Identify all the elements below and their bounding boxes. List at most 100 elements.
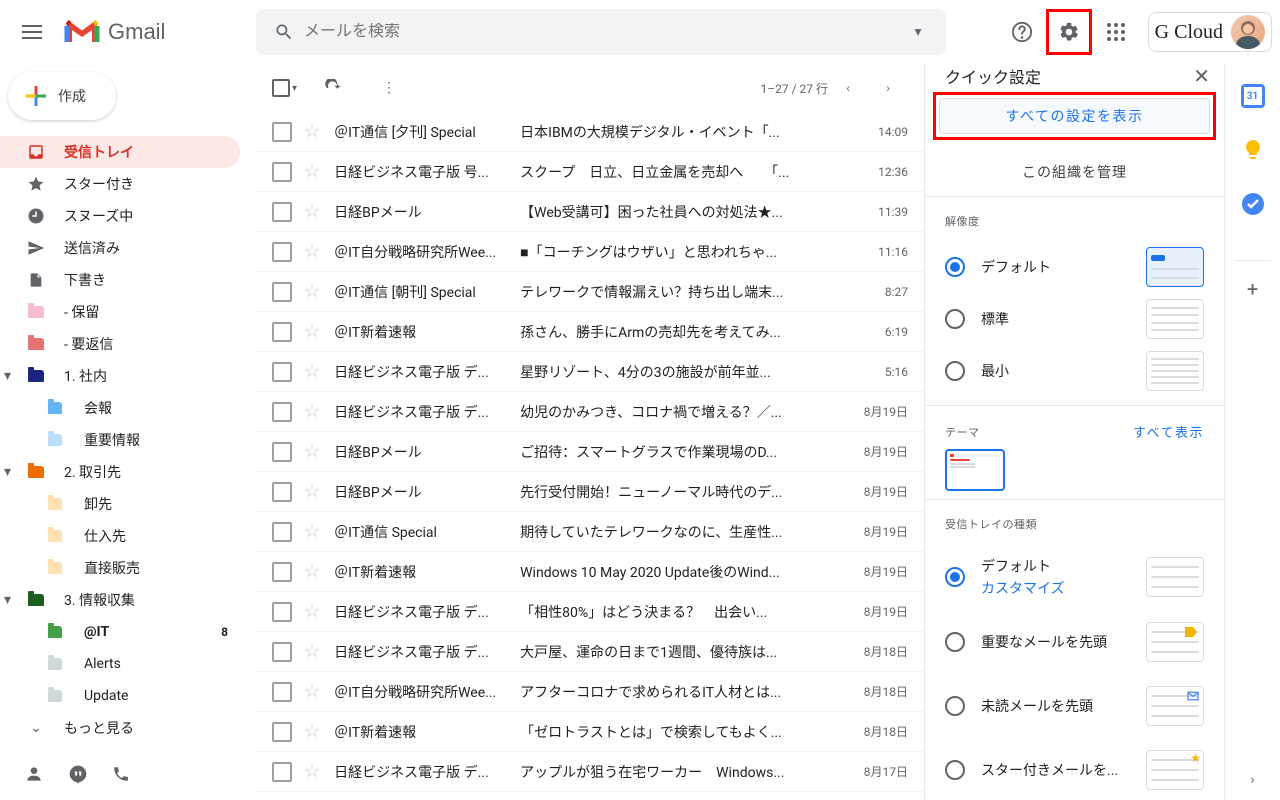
star-icon[interactable]: ☆ <box>304 161 320 182</box>
email-row[interactable]: ☆＠IT新着速報Windows 10 May 2020 Update後のWind… <box>256 552 924 592</box>
star-icon[interactable]: ☆ <box>304 121 320 142</box>
manage-org-link[interactable]: この組織を管理 <box>925 148 1224 197</box>
email-row[interactable]: ☆日経ビジネス電子版 デ...星野リゾート、4分の3の施設が前年並...5:16 <box>256 352 924 392</box>
calendar-icon[interactable]: 31 <box>1241 84 1265 108</box>
sidebar-item-1[interactable]: スター付き <box>0 168 240 200</box>
sidebar-group-0[interactable]: ▾1. 社内 <box>0 360 240 392</box>
refresh-button[interactable] <box>313 68 353 108</box>
select-all-checkbox[interactable]: ▾ <box>272 79 297 97</box>
sidebar-item-6[interactable]: - 要返信 <box>0 328 240 360</box>
gmail-logo[interactable]: Gmail <box>56 18 256 46</box>
star-icon[interactable]: ☆ <box>304 241 320 262</box>
hangouts-icon[interactable] <box>68 764 88 788</box>
email-row[interactable]: ☆＠IT自分戦略研究所Wee...アフターコロナで求められるIT人材とは...8… <box>256 672 924 712</box>
email-checkbox[interactable] <box>272 482 292 502</box>
email-checkbox[interactable] <box>272 762 292 782</box>
sidebar-subitem-0-0[interactable]: 会報 <box>0 392 240 424</box>
email-checkbox[interactable] <box>272 122 292 142</box>
star-icon[interactable]: ☆ <box>304 281 320 302</box>
email-row[interactable]: ☆日経BPメールご招待：スマートグラスで作業現場のD...8月19日 <box>256 432 924 472</box>
email-checkbox[interactable] <box>272 522 292 542</box>
sidebar-subitem-1-1[interactable]: 仕入先 <box>0 520 240 552</box>
compose-button[interactable]: 作成 <box>8 72 116 120</box>
sidebar-subitem-1-2[interactable]: 直接販売 <box>0 552 240 584</box>
more-button[interactable]: ⋮ <box>369 68 409 108</box>
star-icon[interactable]: ☆ <box>304 481 320 502</box>
sidebar-subitem-2-2[interactable]: Update <box>0 680 240 712</box>
star-icon[interactable]: ☆ <box>304 561 320 582</box>
star-icon[interactable]: ☆ <box>304 601 320 622</box>
density-option-0[interactable]: デフォルト <box>945 241 1204 293</box>
sidebar-group-2[interactable]: ▾3. 情報収集 <box>0 584 240 616</box>
search-options-button[interactable]: ▾ <box>898 12 938 52</box>
email-row[interactable]: ☆日経ビジネス電子版 号...スクープ 日立、日立金属を売却へ 「...12:3… <box>256 152 924 192</box>
sidebar-subitem-1-0[interactable]: 卸先 <box>0 488 240 520</box>
email-row[interactable]: ☆＠IT通信 [朝刊] Specialテレワークで情報漏えい？持ち出し端末...… <box>256 272 924 312</box>
search-input[interactable] <box>304 23 898 41</box>
email-row[interactable]: ☆＠IT通信 [夕刊] Special日本IBMの大規模デジタル・イベント「..… <box>256 112 924 152</box>
email-checkbox[interactable] <box>272 162 292 182</box>
star-icon[interactable]: ☆ <box>304 641 320 662</box>
email-checkbox[interactable] <box>272 722 292 742</box>
inbox-type-option-3[interactable]: スター付きメールを...★ <box>945 738 1204 800</box>
theme-thumbnail[interactable] <box>945 449 1005 491</box>
theme-view-all-link[interactable]: すべて表示 <box>1133 422 1204 441</box>
star-icon[interactable]: ☆ <box>304 761 320 782</box>
email-row[interactable]: ☆日経ビジネス電子版 デ...「相性80%」はどう決まる？ 出会い...8月19… <box>256 592 924 632</box>
sidebar-subitem-2-1[interactable]: Alerts <box>0 648 240 680</box>
email-checkbox[interactable] <box>272 642 292 662</box>
email-checkbox[interactable] <box>272 322 292 342</box>
help-icon[interactable] <box>1002 12 1042 52</box>
email-row[interactable]: ☆＠IT新着速報「ゼロトラストとは」で検索してもよく...8月18日 <box>256 712 924 752</box>
search-icon[interactable] <box>264 12 304 52</box>
contacts-icon[interactable] <box>24 764 44 788</box>
inbox-type-option-1[interactable]: 重要なメールを先頭 <box>945 610 1204 674</box>
density-option-1[interactable]: 標準 <box>945 293 1204 345</box>
email-row[interactable]: ☆日経BPメール【Web受講可】困った社員への対処法★...11:39 <box>256 192 924 232</box>
star-icon[interactable]: ☆ <box>304 401 320 422</box>
star-icon[interactable]: ☆ <box>304 721 320 742</box>
sidebar-more[interactable]: ⌄ もっと見る <box>0 712 240 744</box>
email-checkbox[interactable] <box>272 682 292 702</box>
inbox-type-option-0[interactable]: デフォルトカスタマイズ <box>945 544 1204 610</box>
star-icon[interactable]: ☆ <box>304 441 320 462</box>
email-checkbox[interactable] <box>272 402 292 422</box>
main-menu-button[interactable] <box>8 8 56 56</box>
sidebar-subitem-0-1[interactable]: 重要情報 <box>0 424 240 456</box>
next-page-button[interactable]: › <box>868 68 908 108</box>
tasks-icon[interactable] <box>1241 192 1265 216</box>
settings-gear-icon[interactable] <box>1046 9 1092 55</box>
phone-icon[interactable] <box>112 765 130 787</box>
email-checkbox[interactable] <box>272 602 292 622</box>
all-settings-button[interactable]: すべての設定を表示 <box>939 98 1210 134</box>
close-icon[interactable]: ✕ <box>1193 64 1210 88</box>
star-icon[interactable]: ☆ <box>304 681 320 702</box>
sidebar-group-1[interactable]: ▾2. 取引先 <box>0 456 240 488</box>
sidebar-item-0[interactable]: 受信トレイ <box>0 136 240 168</box>
email-row[interactable]: ☆日経BPメール先行受付開始！ニューノーマル時代のデ...8月19日 <box>256 472 924 512</box>
sidebar-item-4[interactable]: 下書き <box>0 264 240 296</box>
inbox-type-option-2[interactable]: 未読メールを先頭 <box>945 674 1204 738</box>
email-checkbox[interactable] <box>272 242 292 262</box>
star-icon[interactable]: ☆ <box>304 201 320 222</box>
account-switcher[interactable]: G Cloud <box>1148 12 1272 52</box>
email-row[interactable]: ☆＠IT自分戦略研究所Wee...■「コーチングはウザい」と思われちゃ...11… <box>256 232 924 272</box>
email-row[interactable]: ☆＠IT新着速報孫さん、勝手にArmの売却先を考えてみ...6:19 <box>256 312 924 352</box>
sidebar-item-3[interactable]: 送信済み <box>0 232 240 264</box>
search-bar[interactable]: ▾ <box>256 9 946 55</box>
star-icon[interactable]: ☆ <box>304 321 320 342</box>
star-icon[interactable]: ☆ <box>304 361 320 382</box>
email-checkbox[interactable] <box>272 562 292 582</box>
add-addon-button[interactable]: + <box>1235 260 1271 280</box>
email-row[interactable]: ☆＠IT通信 Special期待していたテレワークなのに、生産性...8月19日 <box>256 512 924 552</box>
email-row[interactable]: ☆日経ビジネス電子版 デ...大戸屋、運命の日まで1週間、優待族は...8月18… <box>256 632 924 672</box>
email-checkbox[interactable] <box>272 442 292 462</box>
star-icon[interactable]: ☆ <box>304 521 320 542</box>
sidebar-subitem-2-0[interactable]: @IT8 <box>0 616 240 648</box>
customize-link[interactable]: カスタマイズ <box>981 578 1146 598</box>
email-checkbox[interactable] <box>272 362 292 382</box>
density-option-2[interactable]: 最小 <box>945 345 1204 397</box>
prev-page-button[interactable]: ‹ <box>828 68 868 108</box>
email-checkbox[interactable] <box>272 282 292 302</box>
rail-expand-button[interactable]: › <box>1250 772 1254 788</box>
